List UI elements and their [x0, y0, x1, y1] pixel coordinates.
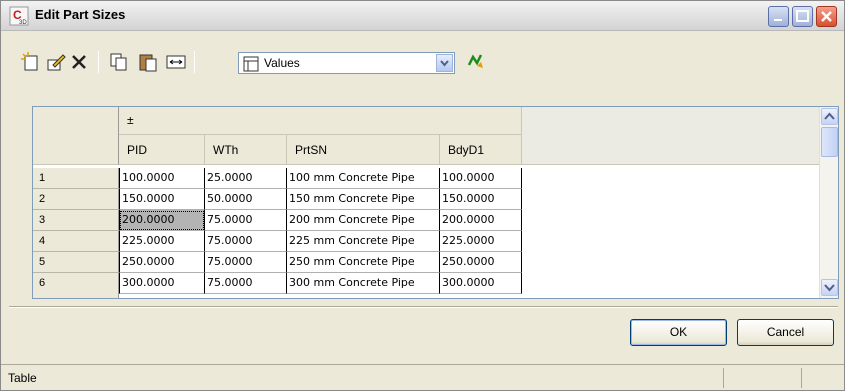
- column-header-bdyd1[interactable]: BdyD1: [440, 135, 522, 165]
- column-width-icon[interactable]: [165, 51, 187, 73]
- column-header-wth[interactable]: WTh: [205, 135, 287, 165]
- row-header[interactable]: 6: [33, 273, 119, 294]
- dropdown-arrow[interactable]: [436, 54, 453, 72]
- scroll-thumb[interactable]: [821, 127, 838, 157]
- grid-empty-header: [522, 107, 819, 165]
- grid-cell-pid[interactable]: 100.0000: [119, 168, 205, 189]
- part-sizes-grid: ± PID WTh PrtSN BdyD1 1 100.0000 25.0000 10…: [32, 106, 839, 299]
- grid-cell-pid[interactable]: 200.0000: [119, 210, 205, 231]
- column-header-prtsn[interactable]: PrtSN: [287, 135, 440, 165]
- title-bar[interactable]: C 3D Edit Part Sizes: [1, 1, 844, 31]
- status-pane: [801, 368, 802, 388]
- grid-cell-bdyd1[interactable]: 300.0000: [440, 273, 522, 294]
- column-header-pid[interactable]: PID: [119, 135, 205, 165]
- edit-icon[interactable]: [45, 51, 67, 73]
- ok-button[interactable]: OK: [630, 319, 727, 346]
- grid-cell-prtsn[interactable]: 250 mm Concrete Pipe: [287, 252, 440, 273]
- maximize-icon: [796, 10, 809, 22]
- toolbar-separator: [98, 51, 99, 73]
- row-header[interactable]: 1: [33, 168, 119, 189]
- copy-icon[interactable]: [108, 51, 130, 73]
- row-header-partial[interactable]: [33, 293, 119, 298]
- grid-cell-prtsn[interactable]: 200 mm Concrete Pipe: [287, 210, 440, 231]
- cancel-button[interactable]: Cancel: [737, 319, 834, 346]
- minimize-button[interactable]: [768, 6, 789, 27]
- close-icon: [821, 11, 832, 22]
- grid-cell-pid[interactable]: 300.0000: [119, 273, 205, 294]
- status-bar: Table: [1, 364, 844, 390]
- grid-cell-pid[interactable]: 150.0000: [119, 189, 205, 210]
- row-header-corner: [33, 107, 119, 165]
- edit-part-sizes-dialog: C 3D Edit Part Sizes Values ± PID WTh Pr…: [0, 0, 845, 391]
- status-text: Table: [8, 371, 37, 385]
- grid-cell-wth[interactable]: 25.0000: [205, 168, 287, 189]
- chevron-down-icon: [440, 60, 449, 67]
- refresh-icon[interactable]: [465, 51, 487, 73]
- scroll-up-button[interactable]: [821, 108, 838, 125]
- column-group-header[interactable]: ±: [119, 107, 522, 135]
- new-row-icon[interactable]: [20, 51, 42, 73]
- chevron-down-icon: [824, 284, 835, 292]
- grid-cell-prtsn[interactable]: 150 mm Concrete Pipe: [287, 189, 440, 210]
- grid-cell-bdyd1[interactable]: 150.0000: [440, 189, 522, 210]
- grid-cell-pid[interactable]: 225.0000: [119, 231, 205, 252]
- close-button[interactable]: [816, 6, 837, 27]
- grid-cell-bdyd1[interactable]: 225.0000: [440, 231, 522, 252]
- delete-icon[interactable]: [68, 51, 90, 73]
- row-header[interactable]: 2: [33, 189, 119, 210]
- grid-cell-wth[interactable]: 50.0000: [205, 189, 287, 210]
- civil3d-app-icon: C 3D: [9, 6, 29, 26]
- view-mode-select[interactable]: Values: [238, 52, 455, 74]
- status-pane: [723, 368, 724, 388]
- maximize-button[interactable]: [792, 6, 813, 27]
- group-expander: ±: [127, 113, 134, 127]
- grid-cell-bdyd1[interactable]: 250.0000: [440, 252, 522, 273]
- grid-cell-wth[interactable]: 75.0000: [205, 273, 287, 294]
- toolbar-separator: [194, 51, 195, 73]
- table-view-icon: [243, 56, 259, 72]
- divider: [9, 306, 838, 308]
- paste-icon[interactable]: [137, 51, 159, 73]
- minimize-icon: [774, 19, 782, 21]
- svg-text:3D: 3D: [19, 20, 27, 26]
- grid-cell-wth[interactable]: 75.0000: [205, 252, 287, 273]
- row-header[interactable]: 4: [33, 231, 119, 252]
- row-header[interactable]: 5: [33, 252, 119, 273]
- grid-cell-prtsn[interactable]: 100 mm Concrete Pipe: [287, 168, 440, 189]
- vertical-scrollbar[interactable]: [819, 107, 838, 298]
- chevron-up-icon: [824, 112, 835, 120]
- window-title: Edit Part Sizes: [35, 7, 126, 22]
- grid-cell-bdyd1[interactable]: 200.0000: [440, 210, 522, 231]
- grid-cell-prtsn[interactable]: 300 mm Concrete Pipe: [287, 273, 440, 294]
- grid-cell-bdyd1[interactable]: 100.0000: [440, 168, 522, 189]
- view-mode-value: Values: [264, 56, 300, 70]
- row-header[interactable]: 3: [33, 210, 119, 231]
- grid-cell-prtsn[interactable]: 225 mm Concrete Pipe: [287, 231, 440, 252]
- grid-cell-pid[interactable]: 250.0000: [119, 252, 205, 273]
- grid-cell-wth[interactable]: 75.0000: [205, 231, 287, 252]
- grid-cell-wth[interactable]: 75.0000: [205, 210, 287, 231]
- scroll-down-button[interactable]: [821, 279, 838, 296]
